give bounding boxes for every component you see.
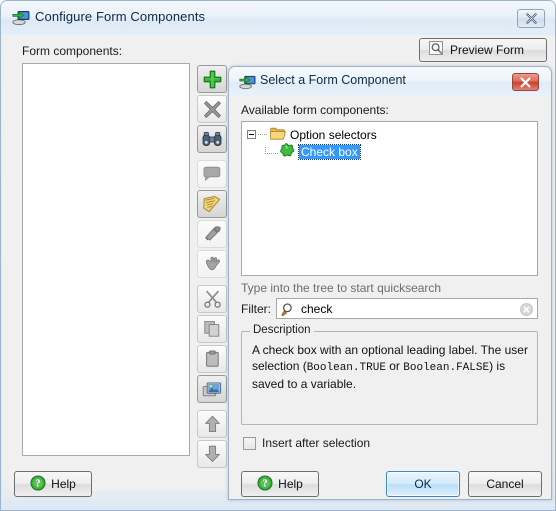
inner-dialog-title: Select a Form Component bbox=[260, 73, 406, 87]
insert-after-selection-checkbox[interactable] bbox=[243, 436, 256, 450]
green-puzzle-icon bbox=[280, 143, 295, 160]
scissors-icon bbox=[203, 290, 221, 308]
help-question-icon: ? bbox=[30, 474, 46, 494]
gray-x-icon bbox=[203, 100, 221, 118]
insert-after-selection-label: Insert after selection bbox=[262, 436, 371, 450]
magnifier-icon bbox=[281, 302, 296, 317]
svg-text:?: ? bbox=[263, 478, 268, 489]
inner-close-button[interactable] bbox=[512, 73, 539, 91]
outer-title-bar: Configure Form Components bbox=[1, 1, 555, 35]
binoculars-icon bbox=[202, 131, 222, 146]
form-designer-icon bbox=[239, 74, 256, 90]
form-components-list[interactable] bbox=[22, 63, 190, 456]
magnifier-icon bbox=[429, 41, 444, 59]
component-tree[interactable]: Option selectors Check box bbox=[241, 121, 538, 276]
available-components-label: Available form components: bbox=[241, 103, 389, 117]
edit-note-button[interactable] bbox=[197, 190, 227, 218]
filter-input[interactable]: check bbox=[276, 298, 538, 319]
tree-connector-line bbox=[258, 134, 268, 135]
image-cards-icon bbox=[202, 382, 222, 396]
tree-connector-elbow bbox=[265, 147, 279, 156]
tree-node-label: Check box bbox=[298, 143, 361, 160]
help-question-icon: ? bbox=[257, 474, 273, 494]
insert-after-selection-row[interactable]: Insert after selection bbox=[243, 436, 370, 450]
inner-title-bar: Select a Form Component bbox=[229, 67, 551, 96]
clear-circle-icon[interactable] bbox=[520, 303, 533, 316]
paste-button[interactable] bbox=[197, 345, 227, 373]
form-components-label: Form components: bbox=[22, 44, 123, 58]
collapse-expander-icon[interactable] bbox=[247, 130, 256, 139]
arrow-up-icon bbox=[204, 415, 220, 433]
yellow-notepad-icon bbox=[203, 195, 221, 213]
filter-label: Filter: bbox=[241, 302, 271, 316]
inner-dialog-body: Available form components: Option select… bbox=[229, 96, 551, 499]
properties-button[interactable] bbox=[197, 375, 227, 403]
close-icon bbox=[520, 77, 531, 87]
add-component-button[interactable] bbox=[197, 65, 227, 93]
clipboard-icon bbox=[205, 350, 219, 367]
gray-hand-icon bbox=[205, 256, 220, 271]
outer-help-button[interactable]: ? Help bbox=[14, 471, 92, 497]
description-legend: Description bbox=[250, 324, 314, 336]
description-code-true: Boolean.TRUE bbox=[306, 362, 386, 374]
quicksearch-hint: Type into the tree to start quicksearch bbox=[241, 281, 442, 295]
tree-node-check-box[interactable]: Check box bbox=[265, 143, 361, 160]
copy-button[interactable] bbox=[197, 315, 227, 343]
validate-button bbox=[197, 220, 227, 248]
preview-form-label: Preview Form bbox=[450, 43, 525, 57]
description-part-2: or bbox=[385, 359, 404, 373]
move-down-button[interactable] bbox=[197, 440, 227, 468]
description-text: A check box with an optional leading lab… bbox=[252, 342, 529, 392]
tree-node-label: Option selectors bbox=[290, 127, 377, 142]
filter-value: check bbox=[301, 302, 333, 316]
folder-open-icon bbox=[270, 127, 286, 143]
cut-button[interactable] bbox=[197, 285, 227, 313]
find-component-button[interactable] bbox=[197, 125, 227, 153]
outer-help-label: Help bbox=[51, 477, 76, 491]
inner-help-label: Help bbox=[278, 477, 303, 491]
copy-pages-icon bbox=[203, 321, 219, 337]
arrow-down-icon bbox=[204, 445, 220, 463]
description-code-false: Boolean.FALSE bbox=[403, 362, 490, 374]
svg-text:?: ? bbox=[36, 478, 41, 489]
form-designer-icon bbox=[12, 9, 30, 26]
ok-button[interactable]: OK bbox=[386, 471, 460, 497]
screenshot-root: Configure Form Components Form component… bbox=[0, 0, 556, 511]
select-form-component-dialog: Select a Form Component Available form c… bbox=[228, 66, 552, 500]
outer-status-strip bbox=[2, 501, 555, 510]
comment-button bbox=[197, 160, 227, 188]
preview-form-button[interactable]: Preview Form bbox=[419, 38, 547, 62]
delete-component-button[interactable] bbox=[197, 95, 227, 123]
tree-node-option-selectors[interactable]: Option selectors bbox=[247, 126, 377, 143]
move-up-button[interactable] bbox=[197, 410, 227, 438]
close-icon bbox=[525, 13, 537, 24]
speech-bubble-icon bbox=[203, 166, 221, 181]
green-plus-icon bbox=[203, 70, 221, 88]
inner-help-button[interactable]: ? Help bbox=[241, 471, 319, 497]
cancel-button[interactable]: Cancel bbox=[468, 471, 542, 497]
gray-tool-icon bbox=[204, 226, 221, 241]
component-toolbar bbox=[197, 65, 227, 468]
description-group: Description A check box with an optional… bbox=[241, 324, 538, 425]
outer-close-button[interactable] bbox=[517, 9, 545, 28]
window-title: Configure Form Components bbox=[35, 9, 206, 24]
grab-button bbox=[197, 250, 227, 278]
